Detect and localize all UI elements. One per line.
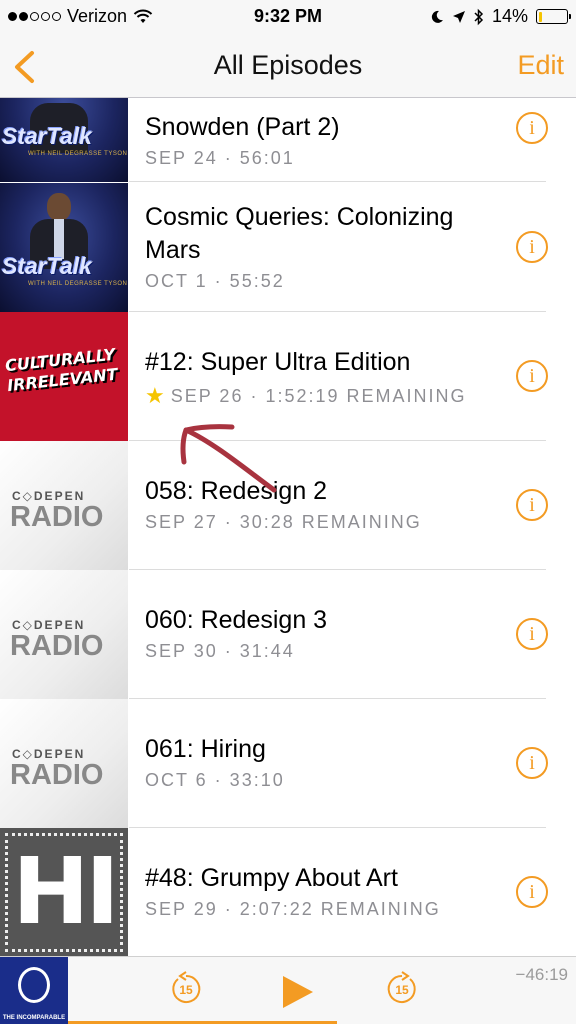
- episode-row[interactable]: HI #48: Grumpy About Art SEP 29 · 2:07:2…: [0, 828, 576, 956]
- page-title: All Episodes: [213, 50, 363, 80]
- episode-meta-text: SEP 27 · 30:28 REMAINING: [145, 512, 422, 532]
- episode-title: 060: Redesign 3: [145, 606, 328, 634]
- star-icon: ★: [145, 383, 165, 408]
- info-icon[interactable]: i: [516, 360, 548, 392]
- radio-label: RADIO: [10, 501, 104, 533]
- play-icon[interactable]: [279, 973, 317, 1011]
- status-bar: Verizon 9:32 PM 14%: [0, 0, 576, 34]
- episode-title: #48: Grumpy About Art: [145, 864, 398, 892]
- episode-artwork: C◇DEPEN RADIO: [0, 699, 128, 828]
- culturally-irrelevant-logo: CULTURALLY IRRELEVANT: [4, 344, 126, 396]
- episode-row[interactable]: StarTalk WITH NEIL DEGRASSE TYSON Snowde…: [0, 98, 576, 182]
- startalk-subtitle: WITH NEIL DEGRASSE TYSON: [28, 151, 128, 157]
- episode-meta-text: OCT 1 · 55:52: [145, 271, 285, 291]
- episode-artwork: StarTalk WITH NEIL DEGRASSE TYSON: [0, 183, 128, 312]
- info-icon[interactable]: i: [516, 231, 548, 263]
- episode-artwork: HI: [0, 828, 128, 956]
- info-icon[interactable]: i: [516, 112, 548, 144]
- player-art-figure: [18, 967, 50, 1003]
- episode-row[interactable]: C◇DEPEN RADIO 058: Redesign 2 SEP 27 · 3…: [0, 441, 576, 570]
- skip-back-label: 15: [179, 983, 193, 997]
- episode-row[interactable]: StarTalk WITH NEIL DEGRASSE TYSON Cosmic…: [0, 183, 576, 312]
- location-arrow-icon: [452, 10, 465, 23]
- episode-row[interactable]: C◇DEPEN RADIO 060: Redesign 3 SEP 30 · 3…: [0, 570, 576, 699]
- radio-label: RADIO: [10, 759, 104, 791]
- navigation-bar: All Episodes Edit: [0, 34, 576, 98]
- moon-icon: [431, 10, 443, 23]
- startalk-subtitle: WITH NEIL DEGRASSE TYSON: [28, 281, 128, 287]
- now-playing-artwork[interactable]: THE INCOMPARABLE: [0, 957, 68, 1024]
- battery-icon: [536, 9, 571, 24]
- mini-player[interactable]: THE INCOMPARABLE 15 15 −46:19: [0, 956, 576, 1024]
- episode-title: #12: Super Ultra Edition: [145, 348, 411, 376]
- episode-meta: SEP 24 · 56:01: [145, 148, 496, 169]
- episode-meta-text: SEP 24 · 56:01: [145, 148, 295, 168]
- bluetooth-icon: [474, 8, 484, 25]
- skip-back-button[interactable]: 15: [168, 971, 204, 1007]
- startalk-logo: StarTalk: [2, 253, 92, 279]
- episode-artwork: CULTURALLY IRRELEVANT: [0, 312, 128, 441]
- info-icon[interactable]: i: [516, 489, 548, 521]
- episode-meta: SEP 29 · 2:07:22 REMAINING: [145, 899, 496, 920]
- edit-button[interactable]: Edit: [517, 50, 564, 81]
- battery-percent: 14%: [491, 6, 528, 26]
- episode-row[interactable]: CULTURALLY IRRELEVANT #12: Super Ultra E…: [0, 312, 576, 441]
- episode-title: 061: Hiring: [145, 735, 266, 763]
- annotation-arrow-icon: [180, 424, 277, 493]
- episode-artwork: C◇DEPEN RADIO: [0, 570, 128, 699]
- episode-title: Cosmic Queries: Colonizing Mars: [145, 203, 454, 264]
- episode-meta: OCT 1 · 55:52: [145, 271, 496, 292]
- episode-meta-text: OCT 6 · 33:10: [145, 770, 285, 790]
- skip-forward-button[interactable]: 15: [384, 971, 420, 1007]
- episode-meta: SEP 30 · 31:44: [145, 641, 496, 662]
- episode-meta: SEP 27 · 30:28 REMAINING: [145, 512, 496, 533]
- episode-artwork: StarTalk WITH NEIL DEGRASSE TYSON: [0, 98, 128, 182]
- episode-meta-text: SEP 30 · 31:44: [145, 641, 295, 661]
- episode-meta: OCT 6 · 33:10: [145, 770, 496, 791]
- episode-artwork: C◇DEPEN RADIO: [0, 441, 128, 570]
- battery-level: [538, 11, 543, 22]
- episode-title: Snowden (Part 2): [145, 113, 340, 141]
- radio-label: RADIO: [10, 630, 104, 662]
- status-right: 14%: [430, 6, 571, 27]
- skip-forward-label: 15: [395, 983, 409, 997]
- time-remaining: −46:19: [515, 965, 568, 984]
- episode-meta: ★ SEP 26 · 1:52:19 REMAINING: [145, 383, 496, 409]
- episode-list[interactable]: StarTalk WITH NEIL DEGRASSE TYSON Snowde…: [0, 98, 576, 956]
- hi-logo: HI: [12, 838, 119, 945]
- info-icon[interactable]: i: [516, 747, 548, 779]
- info-icon[interactable]: i: [516, 618, 548, 650]
- episode-meta-text: SEP 26 · 1:52:19 REMAINING: [170, 385, 467, 406]
- info-icon[interactable]: i: [516, 876, 548, 908]
- episode-meta-text: SEP 29 · 2:07:22 REMAINING: [145, 899, 441, 919]
- startalk-logo: StarTalk: [2, 123, 92, 149]
- episode-row[interactable]: C◇DEPEN RADIO 061: Hiring OCT 6 · 33:10 …: [0, 699, 576, 828]
- now-playing-label: THE INCOMPARABLE: [2, 1015, 66, 1021]
